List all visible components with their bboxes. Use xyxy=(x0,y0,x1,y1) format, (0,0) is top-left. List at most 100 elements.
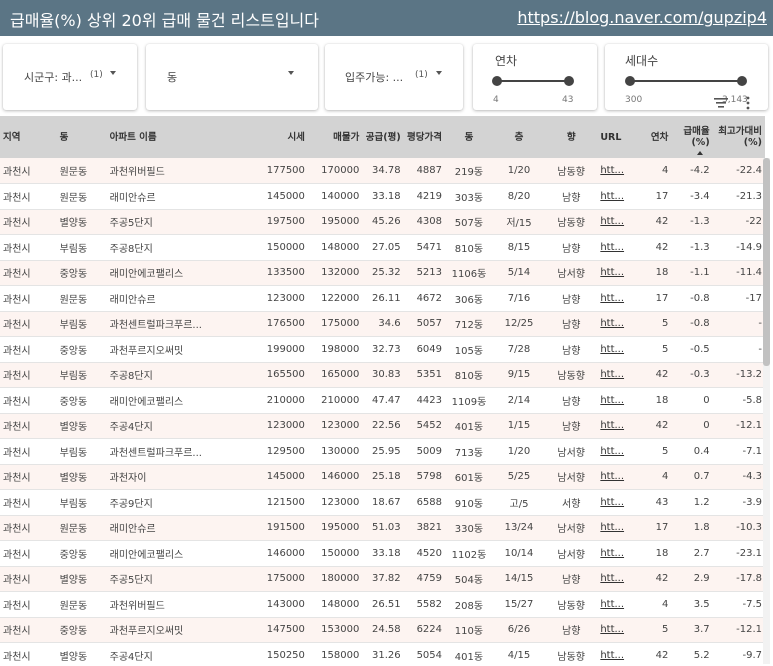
listing-url-link[interactable]: htt... xyxy=(597,311,632,337)
dong-filter-dropdown[interactable]: 동 xyxy=(146,44,318,110)
cell-direction: 남동향 xyxy=(557,167,586,178)
cell-vs-max-price: -7.5 xyxy=(742,598,762,610)
cell-market-price: 197500 xyxy=(266,216,305,228)
cell-region: 과천시 xyxy=(3,192,31,204)
listing-url-link[interactable]: htt... xyxy=(597,490,632,516)
cell-price-per-pyeong: 6049 xyxy=(416,343,443,355)
col-header-url[interactable]: URL xyxy=(597,116,632,158)
more-options-icon[interactable] xyxy=(746,96,750,110)
col-header-building[interactable]: 동 xyxy=(445,116,493,158)
table-row[interactable]: 과천시 중앙동 과천푸르지오써밋 147500 153000 24.58 6224 110동 6… xyxy=(0,617,765,643)
listing-url-link[interactable]: htt... xyxy=(597,158,632,184)
units-range-slider[interactable]: 세대수 300 3,143 xyxy=(605,44,768,110)
cell-apt-name: 래미안에코팰리스 xyxy=(109,396,184,408)
listing-url-link[interactable]: htt... xyxy=(597,515,632,541)
cell-floor: 7/16 xyxy=(507,292,531,304)
table-row[interactable]: 과천시 별양동 주공5단지 175000 180000 37.82 4759 504동 14/1… xyxy=(0,566,765,592)
listing-url-link[interactable]: htt... xyxy=(597,464,632,490)
cell-floor: 2/14 xyxy=(507,394,531,406)
listing-url-link[interactable]: htt... xyxy=(597,388,632,414)
table-row[interactable]: 과천시 원문동 과천위버필드 143000 148000 26.51 5582 208동 15/… xyxy=(0,591,765,618)
listing-url-link[interactable]: htt... xyxy=(597,592,632,618)
listing-url-link[interactable]: htt... xyxy=(597,541,632,567)
col-header-dong[interactable]: 동 xyxy=(57,116,107,158)
cell-urgent-rate: -0.8 xyxy=(690,318,710,330)
listing-url-link[interactable]: htt... xyxy=(597,209,632,235)
listing-url-link[interactable]: htt... xyxy=(597,235,632,261)
year-slider-min-handle[interactable] xyxy=(492,76,502,86)
scrollbar-thumb[interactable] xyxy=(763,158,770,366)
table-scrollbar[interactable] xyxy=(763,158,770,664)
table-row[interactable]: 과천시 별양동 주공4단지 150250 158000 31.26 5054 401동 4/15… xyxy=(0,642,765,666)
col-header-direction[interactable]: 향 xyxy=(545,116,597,158)
listing-url-link[interactable]: htt... xyxy=(597,439,632,465)
sort-icon[interactable] xyxy=(714,97,728,109)
cell-supply-area: 45.26 xyxy=(372,216,401,228)
cell-vs-max-price: -17 xyxy=(745,292,762,304)
table-row[interactable]: 과천시 별양동 주공4단지 123000 123000 22.56 5452 401동 1/15… xyxy=(0,413,765,439)
col-header-vs-max-price[interactable]: 최고가대비(%) xyxy=(713,116,765,158)
cell-supply-area: 37.82 xyxy=(372,573,401,585)
cell-market-price: 146000 xyxy=(266,547,305,559)
col-header-apt-name[interactable]: 아파트 이름 xyxy=(107,116,248,158)
table-row[interactable]: 과천시 부림동 주공9단지 121500 123000 18.67 6588 910동 고/5 서… xyxy=(0,489,765,516)
year-slider-max-handle[interactable] xyxy=(564,76,574,86)
table-row[interactable]: 과천시 부림동 주공8단지 165500 165000 30.83 5351 810동 9/15… xyxy=(0,362,765,388)
cell-apt-name: 과천센트럴파크푸르... xyxy=(109,320,202,332)
table-row[interactable]: 과천시 중앙동 래미안에코팰리스 210000 210000 47.47 4423 1109동… xyxy=(0,387,765,414)
table-row[interactable]: 과천시 중앙동 래미안에코팰리스 146000 150000 33.18 4520 1102동… xyxy=(0,540,765,567)
col-header-price-per-pyeong[interactable]: 평당가격 xyxy=(404,116,445,158)
cell-dong: 별양동 xyxy=(59,575,88,587)
cell-market-price: 123000 xyxy=(266,292,305,304)
table-row[interactable]: 과천시 원문동 래미안슈르 145000 140000 33.18 4219 303동 8/20… xyxy=(0,183,765,210)
cell-listing-price: 195000 xyxy=(321,522,360,534)
cell-direction: 남향 xyxy=(562,396,581,408)
col-header-urgent-rate[interactable]: 급매율(%) xyxy=(671,116,712,158)
table-row[interactable]: 과천시 원문동 과천위버필드 177500 170000 34.78 4887 219동 1/2… xyxy=(0,158,765,184)
table-row[interactable]: 과천시 부림동 과천센트럴파크푸르... 176500 175000 34.6 5057 71… xyxy=(0,311,765,337)
year-range-slider[interactable]: 연차 4 43 xyxy=(473,44,597,110)
col-header-region[interactable]: 지역 xyxy=(0,116,57,158)
cell-region: 과천시 xyxy=(3,524,31,536)
col-header-floor[interactable]: 층 xyxy=(493,116,545,158)
move-in-filter-dropdown[interactable]: 입주가능: ... (1) xyxy=(325,44,463,110)
blog-link[interactable]: https://blog.naver.com/gupzip4 xyxy=(517,8,767,27)
listing-url-link[interactable]: htt... xyxy=(597,617,632,643)
col-header-supply-area[interactable]: 공급(평) xyxy=(362,116,403,158)
col-header-listing-price[interactable]: 매물가 xyxy=(308,116,362,158)
listing-url-link[interactable]: htt... xyxy=(597,286,632,312)
table-row[interactable]: 과천시 중앙동 래미안에코팰리스 133500 132000 25.32 5213 1106동… xyxy=(0,260,765,286)
table-row[interactable]: 과천시 부림동 주공8단지 150000 148000 27.05 5471 810동 8/15… xyxy=(0,234,765,261)
listing-url-link[interactable]: htt... xyxy=(597,260,632,286)
col-header-market-price[interactable]: 시세 xyxy=(248,116,308,158)
listing-url-link[interactable]: htt... xyxy=(597,184,632,210)
listing-url-link[interactable]: htt... xyxy=(597,643,632,666)
units-slider-min-handle[interactable] xyxy=(625,76,635,86)
cell-market-price: 150000 xyxy=(266,241,305,253)
table-row[interactable]: 과천시 원문동 래미안슈르 191500 195000 51.03 3821 330동 13/2… xyxy=(0,515,765,541)
listing-url-link[interactable]: htt... xyxy=(597,413,632,439)
cell-supply-area: 18.67 xyxy=(372,496,401,508)
table-row[interactable]: 과천시 원문동 래미안슈르 123000 122000 26.11 4672 306동 7/16… xyxy=(0,285,765,312)
table-row[interactable]: 과천시 부림동 과천센트럴파크푸르... 129500 130000 25.95 5009 7… xyxy=(0,438,765,465)
cell-vs-max-price: -17.8 xyxy=(736,573,762,585)
listing-url-link[interactable]: htt... xyxy=(597,566,632,592)
table-row[interactable]: 과천시 별양동 과천자이 145000 146000 25.18 5798 601동 5/25 남… xyxy=(0,464,765,490)
listing-table-container: 지역 동 아파트 이름 시세 매물가 공급(평) 평당가격 동 층 향 URL … xyxy=(0,116,773,666)
cell-market-price: 145000 xyxy=(266,471,305,483)
listing-url-link[interactable]: htt... xyxy=(597,337,632,363)
col-header-years[interactable]: 연차 xyxy=(632,116,671,158)
cell-years: 4 xyxy=(661,598,669,610)
cell-years: 17 xyxy=(655,292,669,304)
table-row[interactable]: 과천시 중앙동 과천푸르지오써밋 199000 198000 32.73 6049 105동 7… xyxy=(0,336,765,363)
cell-urgent-rate: 0.7 xyxy=(693,471,710,483)
units-slider-max-handle[interactable] xyxy=(737,76,747,86)
district-filter-dropdown[interactable]: 시군구: 과... (1) xyxy=(3,44,137,110)
table-row[interactable]: 과천시 별양동 주공5단지 197500 195000 45.26 4308 507동 저/15… xyxy=(0,209,765,235)
listing-url-link[interactable]: htt... xyxy=(597,362,632,388)
cell-price-per-pyeong: 5452 xyxy=(416,420,443,432)
cell-price-per-pyeong: 4887 xyxy=(416,165,443,176)
cell-building: 1102동 xyxy=(451,549,487,561)
table-body: 과천시 원문동 과천위버필드 177500 170000 34.78 4887 219동 1/2… xyxy=(0,158,765,666)
district-filter-count: (1) xyxy=(90,70,103,80)
